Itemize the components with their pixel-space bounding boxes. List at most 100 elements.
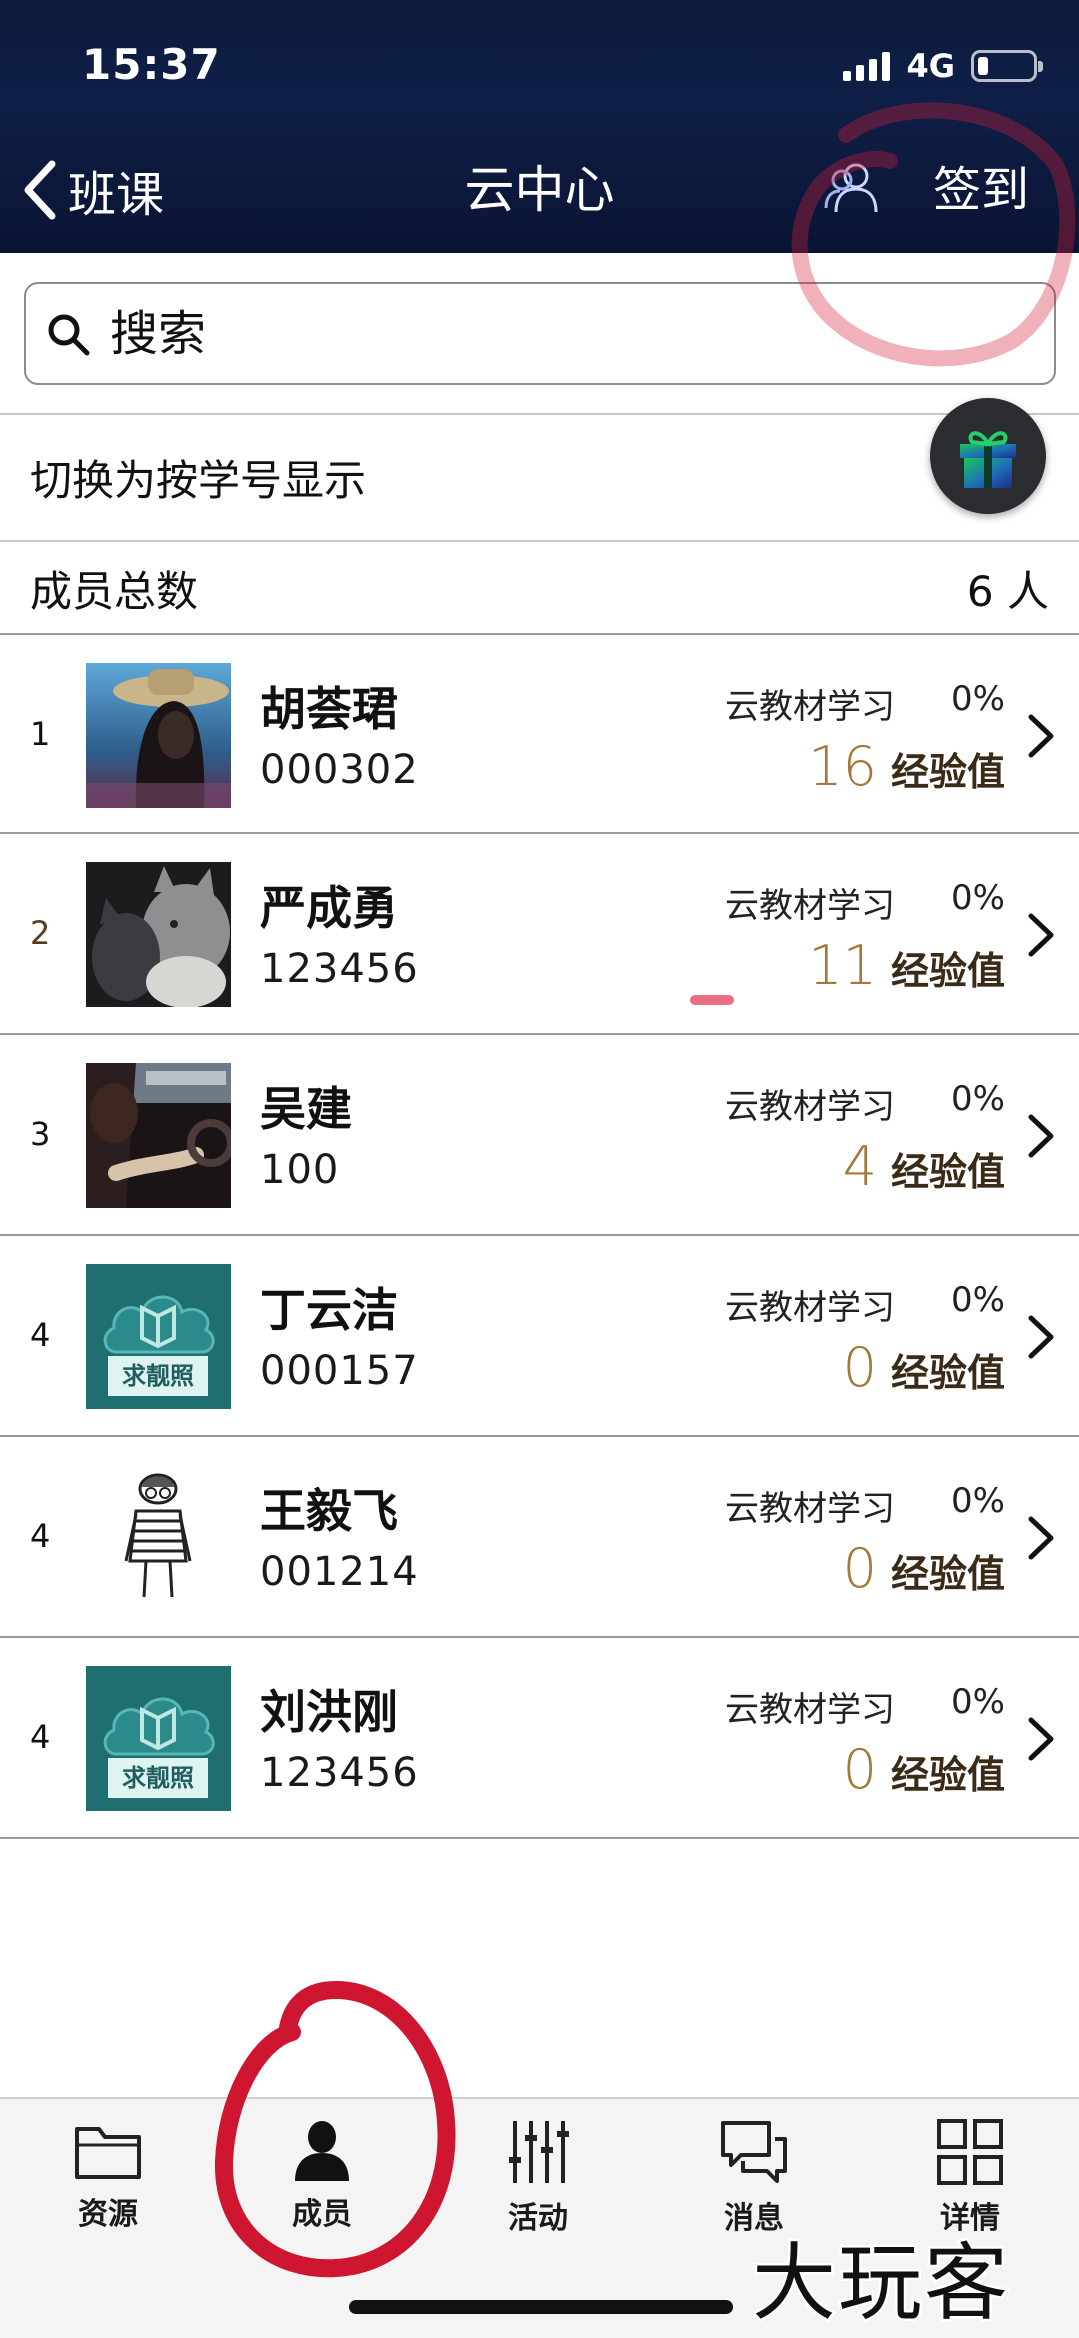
member-row[interactable]: 4 王毅飞 001214 云教材学习 0% 0 经验值 [0,1437,1079,1638]
member-rank: 3 [30,1115,51,1153]
toggle-label: 切换为按学号显示 [30,456,367,505]
grid-icon [937,2119,1003,2185]
experience: 0 经验值 [843,1336,1005,1399]
member-count-row: 成员总数 6 人 [0,543,1079,633]
member-id: 100 [260,1147,340,1193]
avatar [86,1465,231,1610]
member-id: 123456 [260,1750,419,1796]
chevron-left-icon [24,160,56,220]
exp-label: 经验值 [890,949,1005,993]
avatar-caption: 求靓照 [122,1764,194,1792]
sliders-icon [509,2121,569,2183]
member-count-value: 6 人 [966,566,1049,616]
avatar [86,862,231,1007]
study-percent: 0% [951,1280,1005,1320]
member-rank: 4 [30,1718,51,1756]
chevron-right-icon [1028,913,1054,957]
member-row[interactable]: 2 严成勇 123456 云教材学习 0% 11 经验值 [0,834,1079,1035]
exp-label: 经验值 [890,1753,1005,1797]
experience: 11 经验值 [808,934,1005,997]
back-button[interactable]: 班课 [22,150,164,230]
tab-resources[interactable]: 资源 [38,2119,178,2269]
study-percent: 0% [951,878,1005,918]
member-row[interactable]: 3 吴建 100 云教材学习 0% 4 经验值 [0,1035,1079,1236]
study-label: 云教材学习 [725,1288,895,1328]
exp-label: 经验值 [890,750,1005,794]
header: 15:37 4G 班课 云中心 签到 [0,0,1079,253]
watermark: 大玩客 [749,2232,1011,2335]
experience: 0 经验值 [843,1537,1005,1600]
divider [0,540,1079,542]
exp-value: 16 [808,735,877,798]
battery-icon [971,50,1043,82]
person-icon [295,2121,349,2181]
member-id: 001214 [260,1549,419,1595]
study-label: 云教材学习 [725,1489,895,1529]
exp-value: 0 [842,1738,877,1801]
search-icon [48,314,90,355]
study-label: 云教材学习 [725,1087,895,1127]
search-input[interactable] [110,305,1010,362]
tab-label: 活动 [508,2201,568,2236]
member-rank: 4 [30,1517,51,1555]
member-list: 1 胡荟珺 000302 云教材学习 0% 16 经验值 2 严成勇 12345… [0,633,1079,1839]
member-name: 胡荟珺 [260,682,398,736]
network-type: 4G [906,47,955,85]
member-rank: 2 [30,914,51,952]
tab-members[interactable]: 成员 [252,2119,392,2269]
study-percent: 0% [951,679,1005,719]
folder-icon [75,2127,141,2179]
member-row[interactable]: 1 胡荟珺 000302 云教材学习 0% 16 经验值 [0,633,1079,834]
gift-button[interactable] [930,398,1046,514]
toggle-display-mode[interactable]: 切换为按学号显示 [0,415,1079,540]
member-count-label: 成员总数 [30,566,199,616]
member-id: 000302 [260,747,419,793]
study-percent: 0% [951,1079,1005,1119]
experience: 16 经验值 [808,735,1005,798]
member-id: 123456 [260,946,419,992]
gift-icon [960,431,1016,488]
search-box[interactable] [24,282,1056,385]
members-icon[interactable] [822,158,882,218]
status-indicators: 4G [843,46,1043,86]
exp-value: 4 [842,1135,877,1198]
signal-icon [843,51,891,81]
avatar [86,1063,231,1208]
member-rank: 4 [30,1316,51,1354]
experience: 0 经验值 [843,1738,1005,1801]
home-indicator[interactable] [349,2300,733,2314]
avatar-caption: 求靓照 [122,1362,194,1390]
member-rank: 1 [30,715,51,753]
study-label: 云教材学习 [725,1690,895,1730]
chevron-right-icon [1028,1717,1054,1761]
chevron-right-icon [1028,714,1054,758]
avatar: 求靓照 [86,1666,231,1811]
tab-activities[interactable]: 活动 [468,2119,608,2269]
chevron-right-icon [1028,1114,1054,1158]
exp-value: 11 [808,934,877,997]
study-label: 云教材学习 [725,886,895,926]
checkin-button[interactable]: 签到 [933,150,1029,230]
tab-label: 资源 [78,2197,138,2232]
status-time: 15:37 [82,40,221,89]
back-label: 班课 [68,167,165,223]
experience: 4 经验值 [843,1135,1005,1198]
member-name: 严成勇 [260,881,398,935]
exp-value: 0 [842,1537,877,1600]
exp-label: 经验值 [890,1150,1005,1194]
avatar [86,663,231,808]
chevron-right-icon [1028,1516,1054,1560]
study-percent: 0% [951,1481,1005,1521]
member-row[interactable]: 4 求靓照 丁云洁 000157 云教材学习 0% 0 经验值 [0,1236,1079,1437]
member-name: 丁云洁 [260,1283,398,1337]
member-name: 王毅飞 [260,1484,398,1538]
chevron-right-icon [1028,1315,1054,1359]
member-name: 吴建 [260,1082,352,1136]
study-label: 云教材学习 [725,687,895,727]
exp-label: 经验值 [890,1351,1005,1395]
exp-label: 经验值 [890,1552,1005,1596]
member-row[interactable]: 4 求靓照 刘洪刚 123456 云教材学习 0% 0 经验值 [0,1638,1079,1839]
tab-label: 成员 [292,2197,352,2232]
member-id: 000157 [260,1348,419,1394]
exp-value: 0 [842,1336,877,1399]
